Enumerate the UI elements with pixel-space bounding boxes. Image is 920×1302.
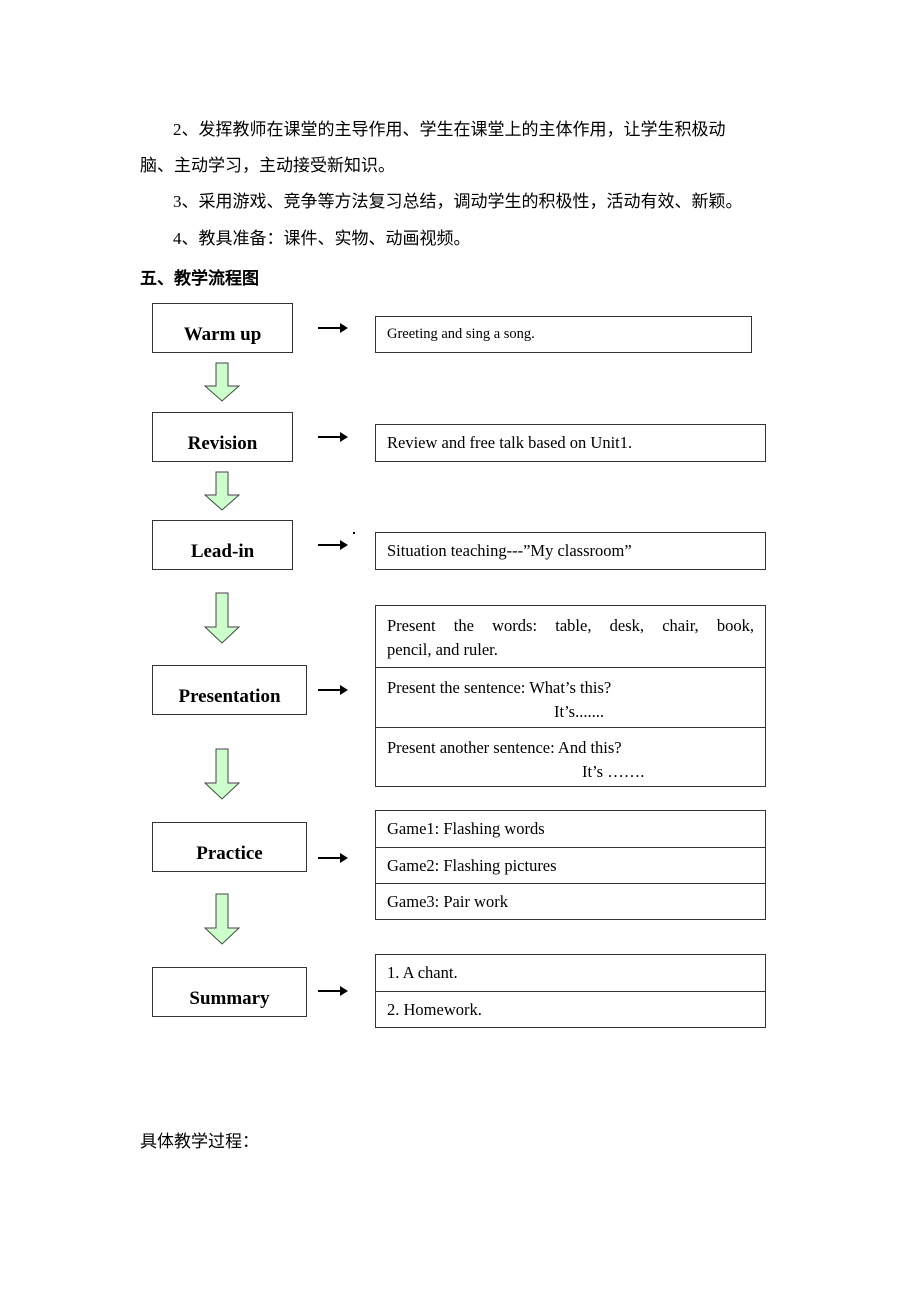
detail-item: 2. Homework. — [376, 991, 765, 1027]
stage-summary: Summary — [152, 967, 307, 1017]
down-arrow-icon — [204, 748, 240, 800]
right-arrow-icon — [318, 323, 348, 333]
stage-warm-up: Warm up — [152, 303, 293, 353]
detail-line: pencil, and ruler. — [387, 640, 498, 659]
detail-item: Game3: Pair work — [376, 883, 765, 919]
down-arrow-icon — [204, 471, 240, 511]
stage-label: Summary — [189, 988, 270, 1009]
stage-presentation: Presentation — [152, 665, 307, 715]
down-arrow-icon — [204, 893, 240, 945]
stage-practice: Practice — [152, 822, 307, 872]
paragraph-3: 3、采用游戏、竞争等方法复习总结，调动学生的积极性，活动有效、新颖。 — [173, 192, 743, 211]
detail-item: Situation teaching---”My classroom” — [387, 541, 632, 560]
right-arrow-icon — [318, 540, 348, 550]
detail-item: Present the sentence: What’s this? It’s.… — [376, 667, 765, 727]
stray-dot — [353, 532, 355, 534]
detail-line: It’s....... — [554, 702, 604, 721]
down-arrow-icon — [204, 362, 240, 402]
detail-item: Greeting and sing a song. — [387, 326, 535, 342]
paragraph-4: 4、教具准备：课件、实物、动画视频。 — [173, 229, 471, 248]
section-heading: 五、教学流程图 — [140, 269, 259, 288]
detail-box-warm-up: Greeting and sing a song. — [375, 316, 752, 353]
right-arrow-icon — [318, 986, 348, 996]
right-arrow-icon — [318, 685, 348, 695]
detail-item: Present another sentence: And this? It’s… — [376, 727, 765, 786]
detail-item: Game2: Flashing pictures — [376, 847, 765, 883]
stage-lead-in: Lead-in — [152, 520, 293, 570]
detail-line: Present the words: table, desk, chair, b… — [387, 616, 754, 635]
stage-label: Practice — [196, 843, 263, 864]
stage-revision: Revision — [152, 412, 293, 462]
right-arrow-icon — [318, 853, 348, 863]
footer-text: 具体教学过程： — [140, 1132, 259, 1151]
detail-item: Review and free talk based on Unit1. — [387, 433, 633, 452]
stage-label: Presentation — [178, 686, 281, 707]
detail-item: Game1: Flashing words — [387, 819, 545, 838]
detail-line: It’s ……. — [582, 762, 645, 781]
down-arrow-icon — [204, 592, 240, 644]
paragraph-2-cont: 脑、主动学习，主动接受新知识。 — [140, 156, 395, 175]
detail-box-lead-in: Situation teaching---”My classroom” — [375, 532, 766, 570]
detail-box-summary: 1. A chant. 2. Homework. — [375, 954, 766, 1028]
paragraph-2: 2、发挥教师在课堂的主导作用、学生在课堂上的主体作用，让学生积极动 — [173, 120, 726, 139]
stage-label: Revision — [187, 433, 258, 454]
stage-label: Lead-in — [190, 541, 255, 562]
detail-box-revision: Review and free talk based on Unit1. — [375, 424, 766, 462]
detail-item: 1. A chant. — [387, 963, 458, 982]
detail-line: Present the sentence: What’s this? — [387, 678, 612, 697]
detail-line: Present another sentence: And this? — [387, 738, 622, 757]
detail-box-practice: Game1: Flashing words Game2: Flashing pi… — [375, 810, 766, 920]
detail-item: Present the words: table, desk, chair, b… — [376, 606, 765, 667]
detail-box-presentation: Present the words: table, desk, chair, b… — [375, 605, 766, 787]
right-arrow-icon — [318, 432, 348, 442]
stage-label: Warm up — [183, 324, 262, 345]
